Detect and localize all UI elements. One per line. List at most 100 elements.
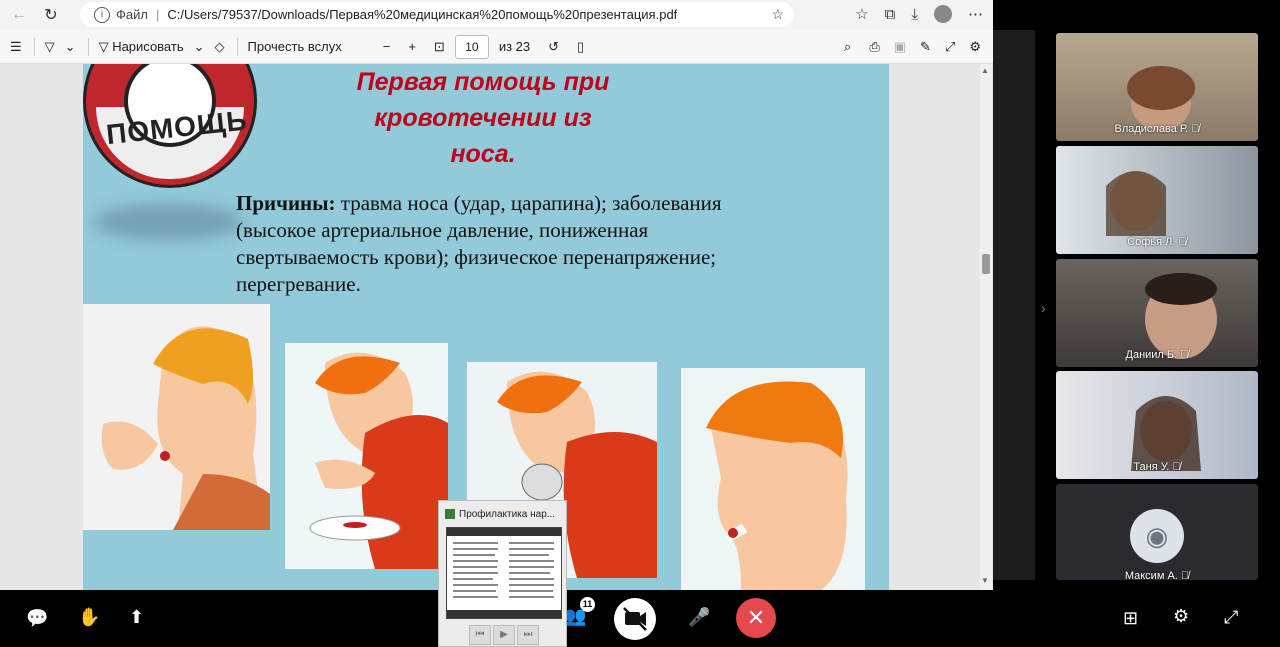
meeting-controls-bar: 💬 ✋ ⬆ 👥 11 🎤 ✕ ⊞ ⚙ ⤢ [0,590,1280,647]
mic-muted-icon: 🎙̸ [1172,461,1181,473]
participant-count-badge: 11 [580,597,595,612]
causes-text: Причины: травма носа (удар, царапина); з… [236,190,756,298]
participant-name-text: Софья Л. [1127,236,1176,248]
scroll-down-icon[interactable]: ▼ [981,576,989,585]
end-call-button[interactable]: ✕ [736,598,776,638]
participant-name: Софья Л. 🎙̸ [1056,236,1258,248]
participant-tile[interactable]: Даниил Б. 🎙̸ [1056,259,1258,367]
preview-media-controls: ⏮ ▶ ⏭ [469,625,539,645]
participant-name-text: Таня У. [1133,461,1170,473]
participant-tile[interactable]: Таня У. 🎙̸ [1056,371,1258,479]
side-panel-gap: › [993,30,1046,580]
mic-muted-icon: 🎙̸ [1191,123,1200,135]
window-preview-popup[interactable]: Профилактика нар... ⏮ ▶ ⏭ [438,500,567,647]
settings-icon[interactable]: ⚙ [1173,606,1189,627]
slide-title-line: носа. [450,140,516,168]
draw-button[interactable]: ▽ Нарисовать [99,39,184,55]
participant-name: Максим А. 🎙̸ [1056,570,1258,580]
scroll-up-icon[interactable]: ▲ [981,66,989,75]
next-icon[interactable]: ⏭ [517,625,539,645]
favorites-icon[interactable]: ☆ [855,5,868,23]
divider [87,37,89,56]
preview-thumbnail[interactable] [446,527,562,619]
profile-avatar[interactable] [934,5,952,23]
fullscreen-icon[interactable]: ⤢ [1224,607,1238,628]
microphone-icon[interactable]: 🎤 [688,607,710,628]
draw-icon: ▽ [98,38,109,54]
eraser-icon[interactable]: ◇ [215,39,225,55]
print-icon[interactable]: ⎙ [869,39,879,55]
participant-tile[interactable]: Софья Л. 🎙̸ [1056,146,1258,254]
camera-off-icon [623,607,647,631]
illustration-art [101,326,270,530]
zoom-out-icon[interactable]: − [383,39,391,54]
fullscreen-icon[interactable]: ⤢ [945,39,955,55]
downloads-icon[interactable]: ⤓ [911,6,918,23]
url-text[interactable]: C:/Users/79537/Downloads/Первая%20медици… [167,7,677,22]
vertical-scrollbar[interactable]: ▲ ▼ [980,64,992,590]
highlight-icon[interactable]: ▽ [45,39,55,55]
contents-icon[interactable]: ☰ [10,39,22,55]
preview-title-text: Профилактика нар... [459,509,556,520]
grid-view-icon[interactable]: ⊞ [1123,608,1138,629]
participant-name: Даниил Б. 🎙̸ [1056,349,1258,361]
info-icon[interactable]: i [94,6,110,23]
scrollbar-thumb[interactable] [982,254,990,274]
app-icon [445,509,455,519]
chevron-down-icon[interactable]: ⌄ [194,39,205,55]
chevron-right-icon[interactable]: › [1041,300,1046,316]
more-menu-icon[interactable]: ⋯ [968,5,983,23]
divider [236,37,238,56]
illustration-art [309,352,448,569]
zoom-in-icon[interactable]: + [408,39,416,54]
settings-icon[interactable]: ⚙ [969,39,981,55]
back-icon[interactable]: ← [6,2,32,28]
rotate-icon[interactable]: ↺ [548,39,559,55]
slide-title: Первая помощь при кровотечении из носа. [333,64,633,172]
save-icon[interactable]: ▣ [894,39,906,55]
previous-icon[interactable]: ⏮ [469,625,491,645]
read-aloud-button[interactable]: Прочесть вслух [248,39,342,54]
address-bar: ← ↻ i Файл | C:/Users/79537/Downloads/Пе… [0,0,993,30]
chevron-down-icon[interactable]: ⌄ [65,39,76,55]
file-label: Файл [116,7,148,22]
chat-icon[interactable]: 💬 [26,608,48,629]
slide-title-line: кровотечении из [374,104,592,132]
divider [33,37,35,56]
participant-name-text: Даниил Б. [1125,349,1178,361]
preview-title: Профилактика нар... [459,509,555,520]
mic-muted-icon: 🎙̸ [1178,236,1187,248]
url-separator: | [155,7,160,22]
first-aid-logo: ПОМОЩЬ [83,64,257,188]
logo-shadow [93,204,243,240]
page-number-input[interactable]: 10 [454,34,489,59]
illustration-art [706,381,848,590]
page-view-icon[interactable]: ▯ [577,39,584,55]
fit-page-icon[interactable]: ⊡ [434,39,445,55]
search-icon[interactable]: ⌕ [844,39,851,55]
divider [372,38,373,56]
participant-tile[interactable]: ◉ Максим А. 🎙̸ [1056,484,1258,580]
camera-toggle-button[interactable] [614,598,656,640]
raise-hand-icon[interactable]: ✋ [78,607,100,628]
share-screen-icon[interactable]: ⬆ [129,607,144,628]
reload-icon[interactable]: ↻ [38,2,64,28]
participant-name: Таня У. 🎙̸ [1056,461,1258,473]
slide-title-line: Первая помощь при [356,68,610,96]
favorite-star-icon[interactable]: ☆ [771,6,784,23]
camera-placeholder-icon: ◉ [1130,509,1184,563]
page-total: из 23 [498,39,531,54]
play-icon[interactable]: ▶ [493,625,515,645]
participant-name: Владислава Р. 🎙̸ [1056,123,1258,135]
participant-tile[interactable]: Владислава Р. 🎙̸ [1056,33,1258,141]
preview-document-art [447,528,561,618]
mic-muted-icon: 🎙̸ [1180,570,1190,580]
save-as-icon[interactable]: ✎ [920,39,931,55]
participant-name-text: Максим А. [1124,570,1178,580]
collections-icon[interactable]: ⧉ [885,6,896,23]
illustration-lean-forward [285,343,448,569]
browser-toolbar-right: ☆ ⧉ ⤓ ⋯ [855,5,983,23]
causes-heading: Причины: [236,191,336,215]
illustration-pinch-nose [83,304,270,530]
url-box[interactable]: i Файл | C:/Users/79537/Downloads/Первая… [80,2,794,27]
